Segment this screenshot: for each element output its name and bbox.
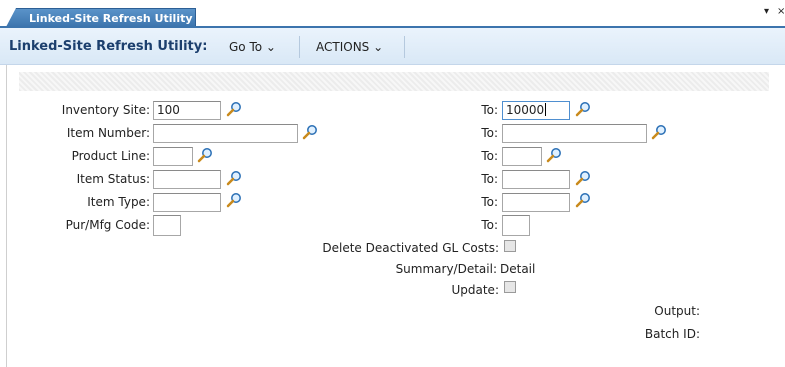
magnifier-icon[interactable] [546,147,562,163]
summary-detail-label: Summary/Detail: [395,262,497,276]
product-line-to-label: To: [481,149,498,163]
magnifier-icon[interactable] [651,124,667,140]
product-line-label: Product Line: [71,149,150,163]
update-checkbox[interactable] [504,281,516,293]
batch-id-label: Batch ID: [644,327,700,341]
item-number-from-input[interactable] [153,124,298,143]
delete-deactivated-label: Delete Deactivated GL Costs: [322,241,499,255]
item-number-to-label: To: [481,126,498,140]
tab-linked-site-refresh[interactable]: Linked-Site Refresh Utility [6,8,196,27]
pur-mfg-code-to-label: To: [481,218,498,232]
item-type-label: Item Type: [87,195,150,209]
magnifier-icon[interactable] [575,101,591,117]
inventory-site-to-input[interactable]: 10000 [502,101,570,120]
item-type-to-label: To: [481,195,498,209]
page-title: Linked-Site Refresh Utility: [9,39,208,54]
magnifier-icon[interactable] [575,170,591,186]
content-border [6,65,7,367]
item-status-to-input[interactable] [502,170,570,189]
product-line-from-input[interactable] [153,147,193,166]
product-line-to-input[interactable] [502,147,542,166]
pur-mfg-code-from-input[interactable] [153,215,181,236]
inventory-site-to-label: To: [481,103,498,117]
item-number-to-input[interactable] [502,124,647,143]
item-type-from-input[interactable] [153,193,221,212]
magnifier-icon[interactable] [226,101,242,117]
pur-mfg-code-to-input[interactable] [502,215,530,236]
inventory-site-label: Inventory Site: [61,103,150,117]
item-status-to-label: To: [481,172,498,186]
menu-separator [299,36,300,58]
item-type-to-input[interactable] [502,193,570,212]
magnifier-icon[interactable] [197,147,213,163]
summary-detail-value[interactable]: Detail [500,262,535,276]
close-icon[interactable]: × [777,6,785,17]
pur-mfg-code-label: Pur/Mfg Code: [65,218,150,232]
window-menu-icon[interactable]: ▾ [764,6,769,17]
inventory-site-from-input[interactable]: 100 [153,101,221,120]
tab-label: Linked-Site Refresh Utility [29,12,193,25]
magnifier-icon[interactable] [226,170,242,186]
magnifier-icon[interactable] [302,124,318,140]
output-label: Output: [654,304,700,318]
menu-separator [404,36,405,58]
section-header-bar [19,72,769,91]
magnifier-icon[interactable] [226,192,242,208]
goto-menu[interactable]: Go To ⌄ [229,40,276,54]
item-status-from-input[interactable] [153,170,221,189]
actions-menu[interactable]: ACTIONS ⌄ [316,40,383,54]
item-status-label: Item Status: [76,172,150,186]
magnifier-icon[interactable] [575,192,591,208]
update-label: Update: [451,283,499,297]
item-number-label: Item Number: [66,126,150,140]
delete-deactivated-checkbox[interactable] [504,240,516,252]
